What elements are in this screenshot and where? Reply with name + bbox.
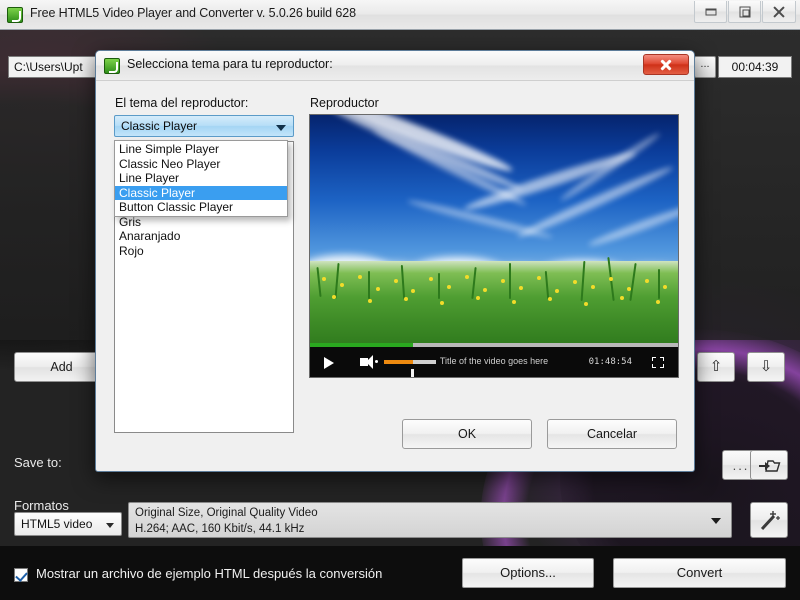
source-duration-display: 00:04:39 [718, 56, 792, 78]
listbox-item[interactable]: Rojo [115, 244, 293, 259]
options-button[interactable]: Options... [462, 558, 594, 588]
formats-label: Formatos [14, 498, 69, 513]
minimize-icon [705, 8, 716, 15]
theme-field-label: El tema del reproductor: [115, 96, 249, 110]
dropdown-option[interactable]: Classic Player [115, 185, 287, 200]
format-select[interactable]: HTML5 video [14, 512, 122, 536]
format-info-line1: Original Size, Original Quality Video [135, 507, 318, 519]
video-time: 01:48:54 [588, 357, 632, 367]
minimize-button[interactable] [694, 1, 727, 23]
progress-bar-fill [310, 343, 414, 347]
chevron-down-icon [711, 518, 721, 524]
window-close-button[interactable] [762, 1, 796, 23]
cancel-button[interactable]: Cancelar [547, 419, 677, 449]
convert-button[interactable]: Convert [613, 558, 786, 588]
listbox-item[interactable]: Anaranjado [115, 229, 293, 244]
close-icon [772, 5, 786, 19]
bottom-action-bar: Mostrar un archivo de ejemplo HTML despu… [0, 546, 800, 600]
theme-dropdown-popup[interactable]: Line Simple Player Classic Neo Player Line… [114, 140, 288, 217]
maximize-icon [739, 6, 750, 17]
move-up-button[interactable]: ⇧ [697, 352, 735, 382]
progress-bar[interactable] [310, 343, 678, 347]
chevron-down-icon [276, 125, 286, 131]
open-folder-icon [759, 460, 781, 472]
format-info-line2: H.264; AAC, 160 Kbit/s, 44.1 kHz [135, 523, 305, 535]
listbox-item[interactable]: Gris [115, 215, 293, 230]
format-info-select[interactable]: Original Size, Original Quality Video H.… [128, 502, 732, 538]
magic-wand-button[interactable] [750, 502, 788, 538]
preview-label: Reproductor [310, 96, 379, 110]
fullscreen-icon[interactable] [652, 357, 664, 368]
open-folder-button[interactable] [750, 450, 788, 480]
move-down-button[interactable]: ⇩ [747, 352, 785, 382]
source-browse-button[interactable]: ... [694, 56, 716, 78]
theme-combobox-value: Classic Player [121, 119, 198, 133]
theme-dialog: Selecciona tema para tu reproductor: El … [95, 50, 695, 472]
chevron-down-icon [106, 523, 114, 528]
app-green-icon [7, 7, 23, 23]
show-sample-checkbox[interactable] [14, 568, 28, 582]
volume-slider-knob[interactable] [411, 369, 414, 377]
video-preview[interactable]: Title of the video goes here 01:48:54 [309, 114, 679, 378]
dialog-title: Selecciona tema para tu reproductor: [127, 57, 333, 71]
magic-wand-icon [760, 511, 780, 531]
application-window: Free HTML5 Video Player and Converter v.… [0, 0, 800, 600]
dropdown-option[interactable]: Button Classic Player [115, 200, 287, 215]
grass-field [310, 257, 678, 347]
theme-combobox[interactable]: Classic Player [114, 115, 294, 137]
dropdown-option[interactable]: Classic Neo Player [115, 157, 287, 172]
dropdown-option[interactable]: Line Player [115, 171, 287, 186]
save-to-label: Save to: [14, 455, 62, 470]
dropdown-option[interactable]: Line Simple Player [115, 142, 287, 157]
window-title: Free HTML5 Video Player and Converter v.… [30, 6, 356, 20]
dialog-close-button[interactable] [643, 54, 689, 75]
dialog-title-bar: Selecciona tema para tu reproductor: [96, 51, 694, 81]
player-control-bar: Title of the video goes here 01:48:54 [310, 343, 678, 377]
show-sample-label: Mostrar un archivo de ejemplo HTML despu… [36, 566, 383, 581]
window-title-bar: Free HTML5 Video Player and Converter v.… [0, 0, 800, 30]
maximize-button[interactable] [728, 1, 761, 23]
format-select-value: HTML5 video [21, 517, 93, 531]
app-green-icon [104, 58, 120, 74]
close-icon [660, 58, 673, 71]
ok-button[interactable]: OK [402, 419, 532, 449]
video-scene-image [310, 115, 678, 377]
